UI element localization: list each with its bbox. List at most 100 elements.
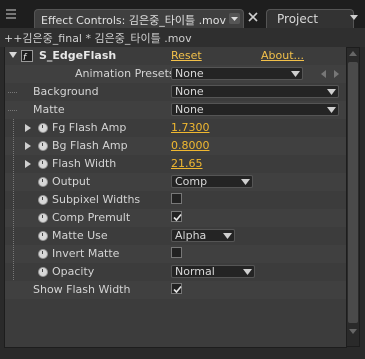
previous-preset-icon[interactable] (321, 70, 326, 78)
breadcrumb-text: ++김은중_final * 김은중_타이틀 .mov (4, 32, 192, 45)
background-select[interactable]: None (171, 85, 339, 98)
matte-use-value: Alpha (175, 229, 207, 242)
chevron-down-icon (223, 233, 232, 239)
stopwatch-icon[interactable] (38, 231, 48, 241)
fx-icon[interactable]: f (21, 50, 33, 63)
expand-triangle-icon[interactable] (25, 142, 31, 150)
matte-row: Matte None (5, 101, 346, 119)
effect-controls-panel: Effect Controls: 김은중_타이틀 .mov Project ++… (0, 0, 365, 359)
chevron-down-icon (327, 89, 336, 95)
tree-line-icon (13, 209, 14, 227)
output-label: Output (52, 175, 91, 188)
stopwatch-icon[interactable] (38, 249, 48, 259)
scrollbar-thumb[interactable] (348, 62, 358, 323)
tree-line-icon (8, 92, 18, 93)
tab-project[interactable]: Project (266, 9, 354, 28)
tree-line-icon (8, 110, 18, 111)
comp-premult-checkbox[interactable] (171, 211, 182, 222)
background-label: Background (33, 85, 99, 98)
tree-line-icon (13, 263, 14, 281)
next-preset-icon[interactable] (334, 70, 339, 78)
animation-presets-row: Animation Presets: None (5, 65, 346, 83)
stopwatch-icon[interactable] (38, 159, 48, 169)
comp-premult-label: Comp Premult (52, 211, 131, 224)
fg-flash-amp-row: Fg Flash Amp 1.7300 (5, 119, 346, 137)
effect-properties: f S_EdgeFlash Reset About... Animation P… (4, 47, 347, 348)
panel-grip-icon[interactable] (6, 9, 16, 19)
scroll-up-icon[interactable] (348, 49, 358, 59)
tree-line-icon (13, 173, 14, 191)
invert-matte-row: Invert Matte (5, 245, 346, 263)
subpixel-widths-checkbox[interactable] (171, 193, 182, 204)
breadcrumb: ++김은중_final * 김은중_타이틀 .mov (0, 28, 365, 47)
flash-width-value[interactable]: 21.65 (171, 157, 203, 170)
tree-line-icon (13, 227, 14, 245)
flash-width-row: Flash Width 21.65 (5, 155, 346, 173)
fg-flash-amp-label: Fg Flash Amp (52, 121, 127, 134)
tab-dropdown-icon[interactable] (229, 13, 240, 24)
stopwatch-icon[interactable] (38, 177, 48, 187)
reset-link[interactable]: Reset (171, 49, 202, 62)
show-flash-width-label: Show Flash Width (33, 283, 131, 296)
matte-use-select[interactable]: Alpha (171, 229, 235, 242)
matte-select[interactable]: None (171, 103, 339, 116)
effect-header-row: f S_EdgeFlash Reset About... (5, 47, 346, 65)
tab-project-label: Project (277, 12, 319, 26)
scroll-down-icon[interactable] (348, 326, 358, 336)
collapse-triangle-icon[interactable] (9, 52, 17, 58)
opacity-row: Opacity Normal (5, 263, 346, 281)
tree-line-icon (13, 119, 14, 137)
output-value: Comp (175, 175, 208, 188)
checkmark-icon (173, 285, 182, 294)
tree-line-icon (13, 245, 14, 263)
flash-width-label: Flash Width (52, 157, 117, 170)
checkmark-icon (173, 213, 182, 222)
tab-effect-controls[interactable]: Effect Controls: 김은중_타이틀 .mov (34, 9, 244, 28)
panel-tab-bar: Effect Controls: 김은중_타이틀 .mov Project (0, 0, 365, 28)
stopwatch-icon[interactable] (38, 195, 48, 205)
show-flash-width-checkbox[interactable] (171, 283, 182, 294)
close-icon[interactable] (247, 11, 259, 23)
chevron-down-icon (241, 179, 250, 185)
effect-name: S_EdgeFlash (39, 49, 117, 62)
expand-triangle-icon[interactable] (25, 124, 31, 132)
background-row: Background None (5, 83, 346, 101)
chevron-down-icon (243, 269, 252, 275)
subpixel-widths-row: Subpixel Widths (5, 191, 346, 209)
output-row: Output Comp (5, 173, 346, 191)
background-value: None (175, 85, 204, 98)
stopwatch-icon[interactable] (38, 123, 48, 133)
output-select[interactable]: Comp (171, 175, 253, 188)
fg-flash-amp-value[interactable]: 1.7300 (171, 121, 210, 134)
panel-menu-icon[interactable] (347, 10, 361, 24)
matte-value: None (175, 103, 204, 116)
chevron-down-icon (291, 71, 300, 77)
tab-effect-controls-label: Effect Controls: 김은중_타이틀 .mov (41, 14, 227, 27)
animation-presets-label: Animation Presets: (75, 67, 179, 80)
subpixel-widths-label: Subpixel Widths (52, 193, 141, 206)
bg-flash-amp-row: Bg Flash Amp 0.8000 (5, 137, 346, 155)
opacity-value: Normal (175, 265, 215, 278)
matte-use-row: Matte Use Alpha (5, 227, 346, 245)
bg-flash-amp-value[interactable]: 0.8000 (171, 139, 210, 152)
tree-line-icon (13, 137, 14, 155)
expand-triangle-icon[interactable] (25, 160, 31, 168)
opacity-select[interactable]: Normal (171, 265, 255, 278)
bg-flash-amp-label: Bg Flash Amp (52, 139, 128, 152)
show-flash-width-row: Show Flash Width (5, 281, 346, 299)
chevron-down-icon (327, 107, 336, 113)
opacity-label: Opacity (52, 265, 95, 278)
stopwatch-icon[interactable] (38, 141, 48, 151)
about-link[interactable]: About... (261, 49, 304, 62)
animation-presets-select[interactable]: None (171, 67, 303, 80)
tree-line-icon (13, 155, 14, 173)
comp-premult-row: Comp Premult (5, 209, 346, 227)
invert-matte-label: Invert Matte (52, 247, 120, 260)
stopwatch-icon[interactable] (38, 267, 48, 277)
animation-presets-value: None (175, 67, 204, 80)
stopwatch-icon[interactable] (38, 213, 48, 223)
matte-label: Matte (33, 103, 65, 116)
invert-matte-checkbox[interactable] (171, 247, 182, 258)
tree-line-icon (13, 191, 14, 209)
matte-use-label: Matte Use (52, 229, 108, 242)
